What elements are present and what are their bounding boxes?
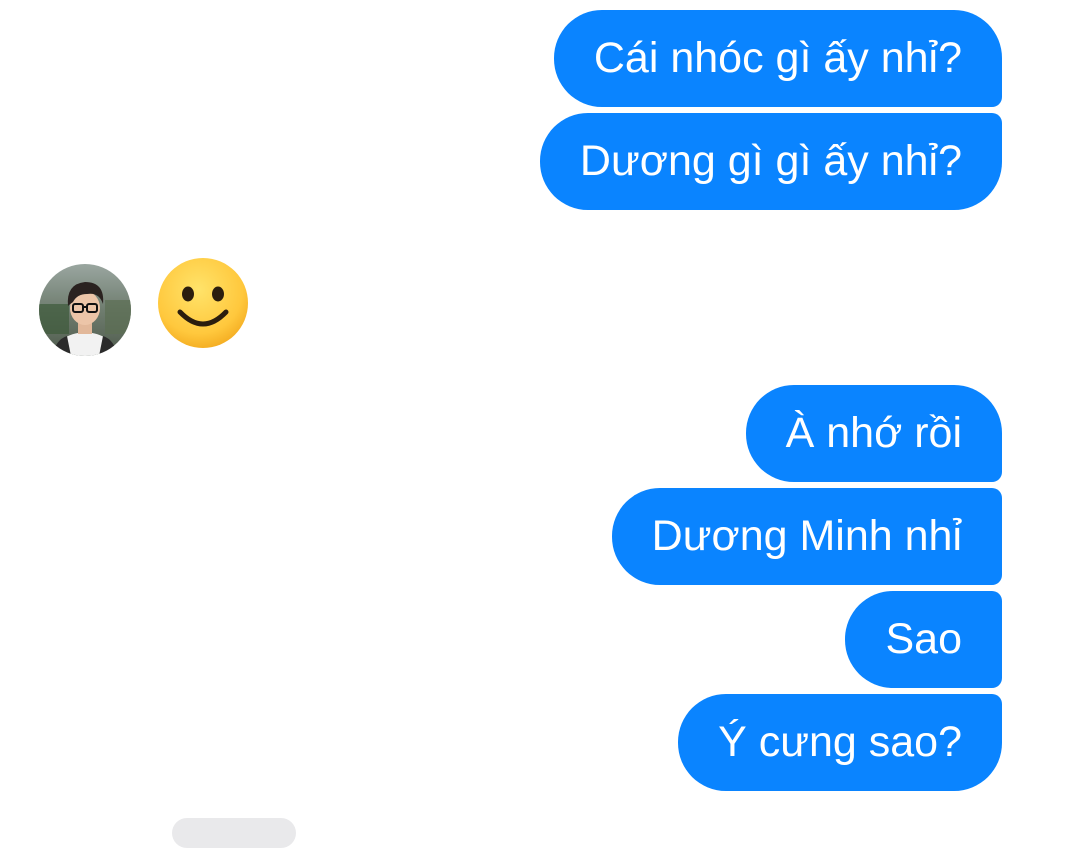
smiling-face-emoji-icon — [158, 258, 248, 348]
message-text: Sao — [885, 615, 962, 663]
message-text: Ý cưng sao? — [718, 718, 962, 766]
incoming-typing-bubble — [172, 818, 296, 848]
outgoing-message-bubble[interactable]: À nhớ rồi — [745, 385, 1002, 482]
outgoing-message-bubble[interactable]: Ý cưng sao? — [678, 694, 1002, 791]
outgoing-message-bubble[interactable]: Dương Minh nhỉ — [611, 488, 1002, 585]
outgoing-message-bubble[interactable]: Dương gì gì ấy nhỉ? — [539, 113, 1002, 210]
message-text: À nhớ rồi — [785, 409, 962, 457]
incoming-emoji-message[interactable] — [156, 256, 250, 350]
message-text: Dương Minh nhỉ — [651, 512, 962, 560]
contact-avatar[interactable] — [39, 264, 131, 356]
outgoing-message-bubble[interactable]: Sao — [845, 591, 1002, 688]
user-avatar-photo-icon — [39, 264, 131, 356]
outgoing-message-bubble[interactable]: Cái nhóc gì ấy nhỉ? — [553, 10, 1002, 107]
message-text: Dương gì gì ấy nhỉ? — [579, 137, 962, 185]
message-text: Cái nhóc gì ấy nhỉ? — [593, 34, 962, 82]
